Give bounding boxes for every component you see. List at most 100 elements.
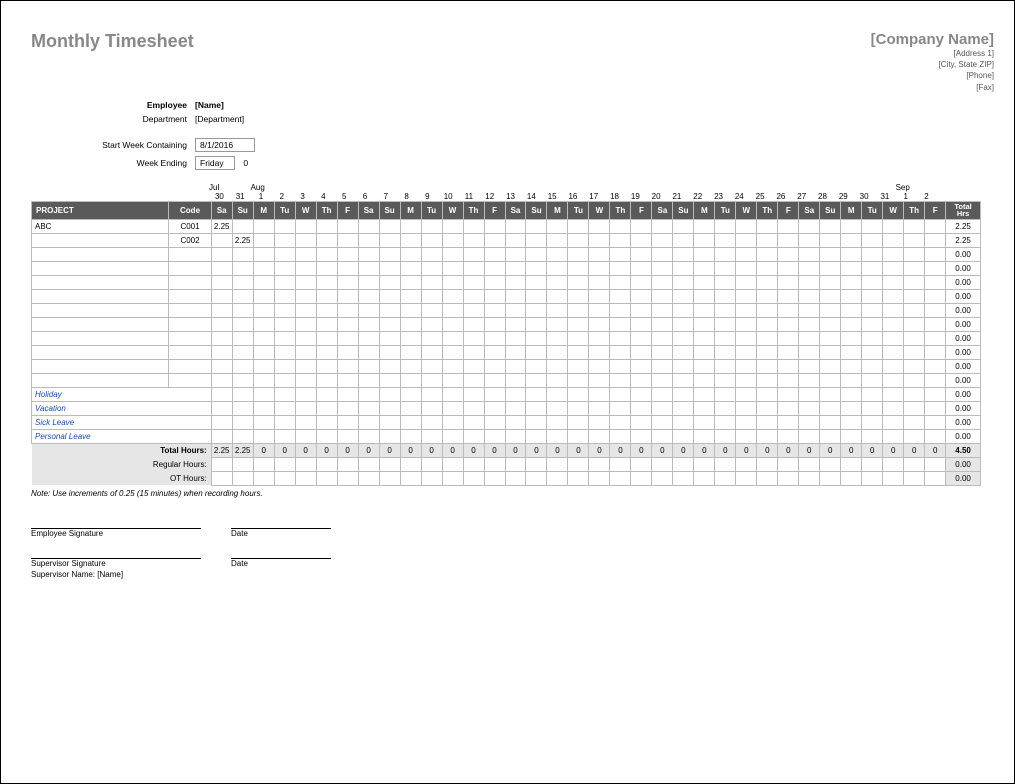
hour-cell[interactable] bbox=[652, 331, 673, 345]
hour-cell[interactable] bbox=[715, 317, 736, 331]
hour-cell[interactable] bbox=[925, 359, 946, 373]
hour-cell[interactable] bbox=[400, 219, 421, 233]
leave-hour-cell[interactable] bbox=[484, 401, 505, 415]
hour-cell[interactable] bbox=[862, 303, 883, 317]
hour-cell[interactable] bbox=[820, 373, 841, 387]
ot-hours-cell[interactable] bbox=[904, 471, 925, 485]
hour-cell[interactable] bbox=[463, 289, 484, 303]
hour-cell[interactable] bbox=[211, 373, 232, 387]
hour-cell[interactable] bbox=[568, 331, 589, 345]
hour-cell[interactable] bbox=[904, 275, 925, 289]
hour-cell[interactable] bbox=[547, 373, 568, 387]
hour-cell[interactable] bbox=[589, 247, 610, 261]
leave-hour-cell[interactable] bbox=[211, 401, 232, 415]
hour-cell[interactable] bbox=[799, 373, 820, 387]
hour-cell[interactable] bbox=[799, 261, 820, 275]
regular-hours-cell[interactable] bbox=[337, 457, 358, 471]
ot-hours-cell[interactable] bbox=[736, 471, 757, 485]
leave-hour-cell[interactable] bbox=[757, 387, 778, 401]
leave-hour-cell[interactable] bbox=[589, 401, 610, 415]
hour-cell[interactable] bbox=[904, 247, 925, 261]
hour-cell[interactable] bbox=[589, 289, 610, 303]
hour-cell[interactable] bbox=[253, 247, 274, 261]
hour-cell[interactable] bbox=[358, 317, 379, 331]
hour-cell[interactable] bbox=[211, 233, 232, 247]
hour-cell[interactable] bbox=[484, 219, 505, 233]
hour-cell[interactable] bbox=[757, 247, 778, 261]
hour-cell[interactable] bbox=[736, 219, 757, 233]
hour-cell[interactable] bbox=[337, 359, 358, 373]
hour-cell[interactable] bbox=[862, 289, 883, 303]
hour-cell[interactable] bbox=[400, 289, 421, 303]
hour-cell[interactable] bbox=[232, 219, 253, 233]
hour-cell[interactable] bbox=[631, 331, 652, 345]
hour-cell[interactable] bbox=[925, 317, 946, 331]
hour-cell[interactable] bbox=[253, 373, 274, 387]
hour-cell[interactable] bbox=[295, 303, 316, 317]
hour-cell[interactable] bbox=[736, 289, 757, 303]
leave-hour-cell[interactable] bbox=[358, 415, 379, 429]
regular-hours-cell[interactable] bbox=[463, 457, 484, 471]
regular-hours-cell[interactable] bbox=[211, 457, 232, 471]
ot-hours-cell[interactable] bbox=[295, 471, 316, 485]
hour-cell[interactable] bbox=[547, 261, 568, 275]
hour-cell[interactable] bbox=[820, 359, 841, 373]
hour-cell[interactable] bbox=[631, 303, 652, 317]
hour-cell[interactable] bbox=[463, 233, 484, 247]
hour-cell[interactable] bbox=[232, 289, 253, 303]
hour-cell[interactable] bbox=[442, 261, 463, 275]
hour-cell[interactable] bbox=[505, 289, 526, 303]
leave-hour-cell[interactable] bbox=[463, 415, 484, 429]
leave-hour-cell[interactable] bbox=[505, 387, 526, 401]
leave-hour-cell[interactable] bbox=[736, 387, 757, 401]
hour-cell[interactable] bbox=[673, 359, 694, 373]
hour-cell[interactable] bbox=[589, 331, 610, 345]
hour-cell[interactable] bbox=[778, 219, 799, 233]
hour-cell[interactable] bbox=[673, 317, 694, 331]
hour-cell[interactable] bbox=[211, 261, 232, 275]
hour-cell[interactable] bbox=[547, 275, 568, 289]
code-cell[interactable] bbox=[169, 289, 211, 303]
hour-cell[interactable] bbox=[715, 219, 736, 233]
hour-cell[interactable] bbox=[295, 247, 316, 261]
hour-cell[interactable] bbox=[421, 261, 442, 275]
hour-cell[interactable] bbox=[421, 247, 442, 261]
hour-cell[interactable] bbox=[631, 359, 652, 373]
hour-cell[interactable] bbox=[568, 289, 589, 303]
leave-hour-cell[interactable] bbox=[799, 387, 820, 401]
leave-hour-cell[interactable] bbox=[820, 401, 841, 415]
leave-hour-cell[interactable] bbox=[526, 387, 547, 401]
hour-cell[interactable] bbox=[484, 247, 505, 261]
ot-hours-cell[interactable] bbox=[484, 471, 505, 485]
hour-cell[interactable] bbox=[232, 275, 253, 289]
hour-cell[interactable] bbox=[547, 331, 568, 345]
hour-cell[interactable] bbox=[799, 247, 820, 261]
hour-cell[interactable] bbox=[841, 275, 862, 289]
hour-cell[interactable] bbox=[358, 247, 379, 261]
hour-cell[interactable] bbox=[820, 275, 841, 289]
hour-cell[interactable] bbox=[253, 345, 274, 359]
leave-hour-cell[interactable] bbox=[253, 387, 274, 401]
regular-hours-cell[interactable] bbox=[274, 457, 295, 471]
leave-hour-cell[interactable] bbox=[232, 429, 253, 443]
leave-hour-cell[interactable] bbox=[631, 401, 652, 415]
hour-cell[interactable] bbox=[694, 317, 715, 331]
hour-cell[interactable] bbox=[757, 233, 778, 247]
hour-cell[interactable] bbox=[526, 219, 547, 233]
hour-cell[interactable] bbox=[673, 331, 694, 345]
regular-hours-cell[interactable] bbox=[421, 457, 442, 471]
leave-hour-cell[interactable] bbox=[694, 415, 715, 429]
start-week-input[interactable]: 8/1/2016 bbox=[195, 138, 255, 152]
hour-cell[interactable] bbox=[253, 219, 274, 233]
hour-cell[interactable] bbox=[778, 233, 799, 247]
leave-hour-cell[interactable] bbox=[442, 415, 463, 429]
hour-cell[interactable] bbox=[526, 247, 547, 261]
hour-cell[interactable] bbox=[883, 289, 904, 303]
hour-cell[interactable] bbox=[715, 233, 736, 247]
leave-hour-cell[interactable] bbox=[904, 387, 925, 401]
hour-cell[interactable] bbox=[358, 233, 379, 247]
leave-hour-cell[interactable] bbox=[568, 415, 589, 429]
hour-cell[interactable] bbox=[799, 289, 820, 303]
hour-cell[interactable] bbox=[232, 317, 253, 331]
hour-cell[interactable] bbox=[673, 247, 694, 261]
